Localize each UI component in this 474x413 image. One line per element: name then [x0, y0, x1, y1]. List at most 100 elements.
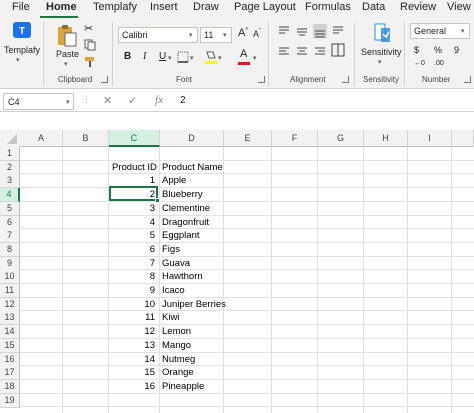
tab-file[interactable]: File	[12, 1, 30, 13]
product-name-cell[interactable]: Guava	[160, 257, 190, 271]
product-name-cell[interactable]: Juniper Berries	[160, 298, 226, 312]
column-header-a[interactable]: A	[20, 130, 63, 147]
product-id-cell[interactable]: 10	[112, 298, 157, 312]
underline-dropdown-icon[interactable]: ▾	[168, 54, 172, 62]
row-header-13[interactable]: 13	[0, 311, 20, 326]
align-text-left-icon[interactable]	[277, 45, 291, 59]
borders-dropdown-icon[interactable]: ▾	[190, 54, 194, 62]
sensitivity-dropdown-icon[interactable]: ▾	[378, 58, 382, 66]
row-header-17[interactable]: 17	[0, 366, 20, 381]
increase-decimal-icon[interactable]: ←0	[414, 60, 425, 67]
tab-draw[interactable]: Draw	[193, 1, 219, 13]
column-header-b[interactable]: B	[63, 130, 109, 147]
product-id-cell[interactable]: 6	[112, 243, 157, 257]
align-bottom-icon[interactable]	[313, 24, 327, 38]
enter-edit-icon[interactable]: ✓	[128, 94, 137, 107]
paste-icon[interactable]	[56, 24, 78, 48]
column-header-h[interactable]: H	[364, 130, 408, 147]
product-name-cell[interactable]: Nutmeg	[160, 353, 195, 367]
tab-insert[interactable]: Insert	[150, 1, 178, 13]
merge-center-icon[interactable]	[331, 45, 345, 59]
product-id-cell[interactable]: 9	[112, 284, 157, 298]
cancel-edit-icon[interactable]: ✕	[103, 94, 112, 107]
align-center-icon[interactable]	[295, 45, 309, 59]
row-header-18[interactable]: 18	[0, 379, 20, 394]
column-header-d[interactable]: D	[160, 130, 224, 147]
underline-button[interactable]: U	[159, 51, 166, 62]
product-id-cell[interactable]: 11	[112, 311, 157, 325]
product-id-cell[interactable]: 14	[112, 353, 157, 367]
copy-icon[interactable]	[84, 39, 96, 51]
product-name-cell[interactable]: Clementine	[160, 202, 210, 216]
row-header-16[interactable]: 16	[0, 352, 20, 367]
tab-templafy[interactable]: Templafy	[93, 1, 137, 13]
product-id-cell[interactable]: 15	[112, 366, 157, 380]
comma-format-icon[interactable]: 9	[454, 45, 459, 55]
product-name-cell[interactable]: Hawthorn	[160, 270, 203, 284]
column-header-e[interactable]: E	[224, 130, 272, 147]
font-color-icon[interactable]: A	[240, 48, 247, 60]
number-format-dropdown[interactable]: General ▾	[410, 23, 470, 39]
product-name-cell[interactable]: Dragonfruit	[160, 216, 209, 230]
row-header-8[interactable]: 8	[0, 242, 20, 257]
align-middle-icon[interactable]	[295, 24, 309, 38]
formula-input[interactable]: 2	[180, 95, 186, 106]
product-name-cell[interactable]: Eggplant	[160, 229, 200, 243]
fill-color-dropdown-icon[interactable]: ▾	[218, 54, 222, 62]
product-name-cell[interactable]: Figs	[160, 243, 180, 257]
row-header-12[interactable]: 12	[0, 297, 20, 312]
product-id-cell[interactable]: 7	[112, 257, 157, 271]
product-name-cell[interactable]: Pineapple	[160, 380, 204, 394]
templafy-icon[interactable]: T	[11, 22, 33, 40]
row-header-5[interactable]: 5	[0, 201, 20, 216]
font-color-dropdown-icon[interactable]: ▾	[253, 54, 257, 62]
product-id-cell[interactable]: 16	[112, 380, 157, 394]
decrease-decimal-icon[interactable]: .00	[434, 60, 444, 67]
borders-icon[interactable]	[177, 51, 191, 63]
fill-color-icon[interactable]	[204, 49, 218, 65]
product-id-cell[interactable]: 8	[112, 270, 157, 284]
row-header-14[interactable]: 14	[0, 325, 20, 340]
row-header-2[interactable]: 2	[0, 160, 20, 175]
paste-button-label[interactable]: Paste	[56, 49, 79, 59]
templafy-button-label[interactable]: Templafy	[4, 45, 40, 55]
font-size-dropdown[interactable]: 11 ▾	[200, 27, 232, 43]
row-header-4[interactable]: 4	[0, 188, 20, 203]
name-box[interactable]: C4 ▾	[3, 93, 74, 110]
italic-button[interactable]: I	[143, 51, 146, 62]
format-painter-icon[interactable]	[84, 56, 96, 68]
tab-view[interactable]: View	[447, 1, 471, 13]
templafy-dropdown-icon[interactable]: ▾	[16, 56, 20, 64]
product-id-cell[interactable]: 12	[112, 325, 157, 339]
product-name-header[interactable]: Product Name	[160, 161, 223, 175]
product-id-cell[interactable]: 5	[112, 229, 157, 243]
tab-page-layout[interactable]: Page Layout	[234, 1, 296, 13]
product-name-cell[interactable]: Orange	[160, 366, 194, 380]
product-name-cell[interactable]: Blueberry	[160, 188, 203, 202]
product-name-cell[interactable]: Lemon	[160, 325, 191, 339]
product-id-cell[interactable]: 13	[112, 339, 157, 353]
column-header-g[interactable]: G	[318, 130, 364, 147]
product-name-cell[interactable]: Apple	[160, 174, 186, 188]
sensitivity-icon[interactable]	[372, 22, 392, 44]
wrap-text-icon[interactable]	[331, 24, 345, 38]
align-right-icon[interactable]	[313, 45, 327, 59]
row-header-11[interactable]: 11	[0, 284, 20, 298]
paste-dropdown-icon[interactable]: ▾	[64, 60, 68, 68]
row-header-15[interactable]: 15	[0, 338, 20, 353]
row-header-7[interactable]: 7	[0, 229, 20, 244]
product-name-cell[interactable]: Icaco	[160, 284, 185, 298]
number-launcher-icon[interactable]	[464, 76, 471, 83]
tab-data[interactable]: Data	[362, 1, 385, 13]
tab-home[interactable]: Home	[46, 1, 77, 13]
decrease-font-icon[interactable]: Aˇ	[253, 29, 261, 39]
row-header-10[interactable]: 10	[0, 270, 20, 285]
insert-function-icon[interactable]: fx	[155, 94, 163, 106]
row-header-9[interactable]: 9	[0, 256, 20, 271]
product-id-header[interactable]: Product ID	[110, 161, 159, 175]
sensitivity-button-label[interactable]: Sensitivity	[361, 47, 402, 57]
tab-formulas[interactable]: Formulas	[305, 1, 351, 13]
product-id-cell[interactable]: 3	[112, 202, 157, 216]
product-name-cell[interactable]: Kiwi	[160, 311, 179, 325]
row-header-6[interactable]: 6	[0, 215, 20, 230]
